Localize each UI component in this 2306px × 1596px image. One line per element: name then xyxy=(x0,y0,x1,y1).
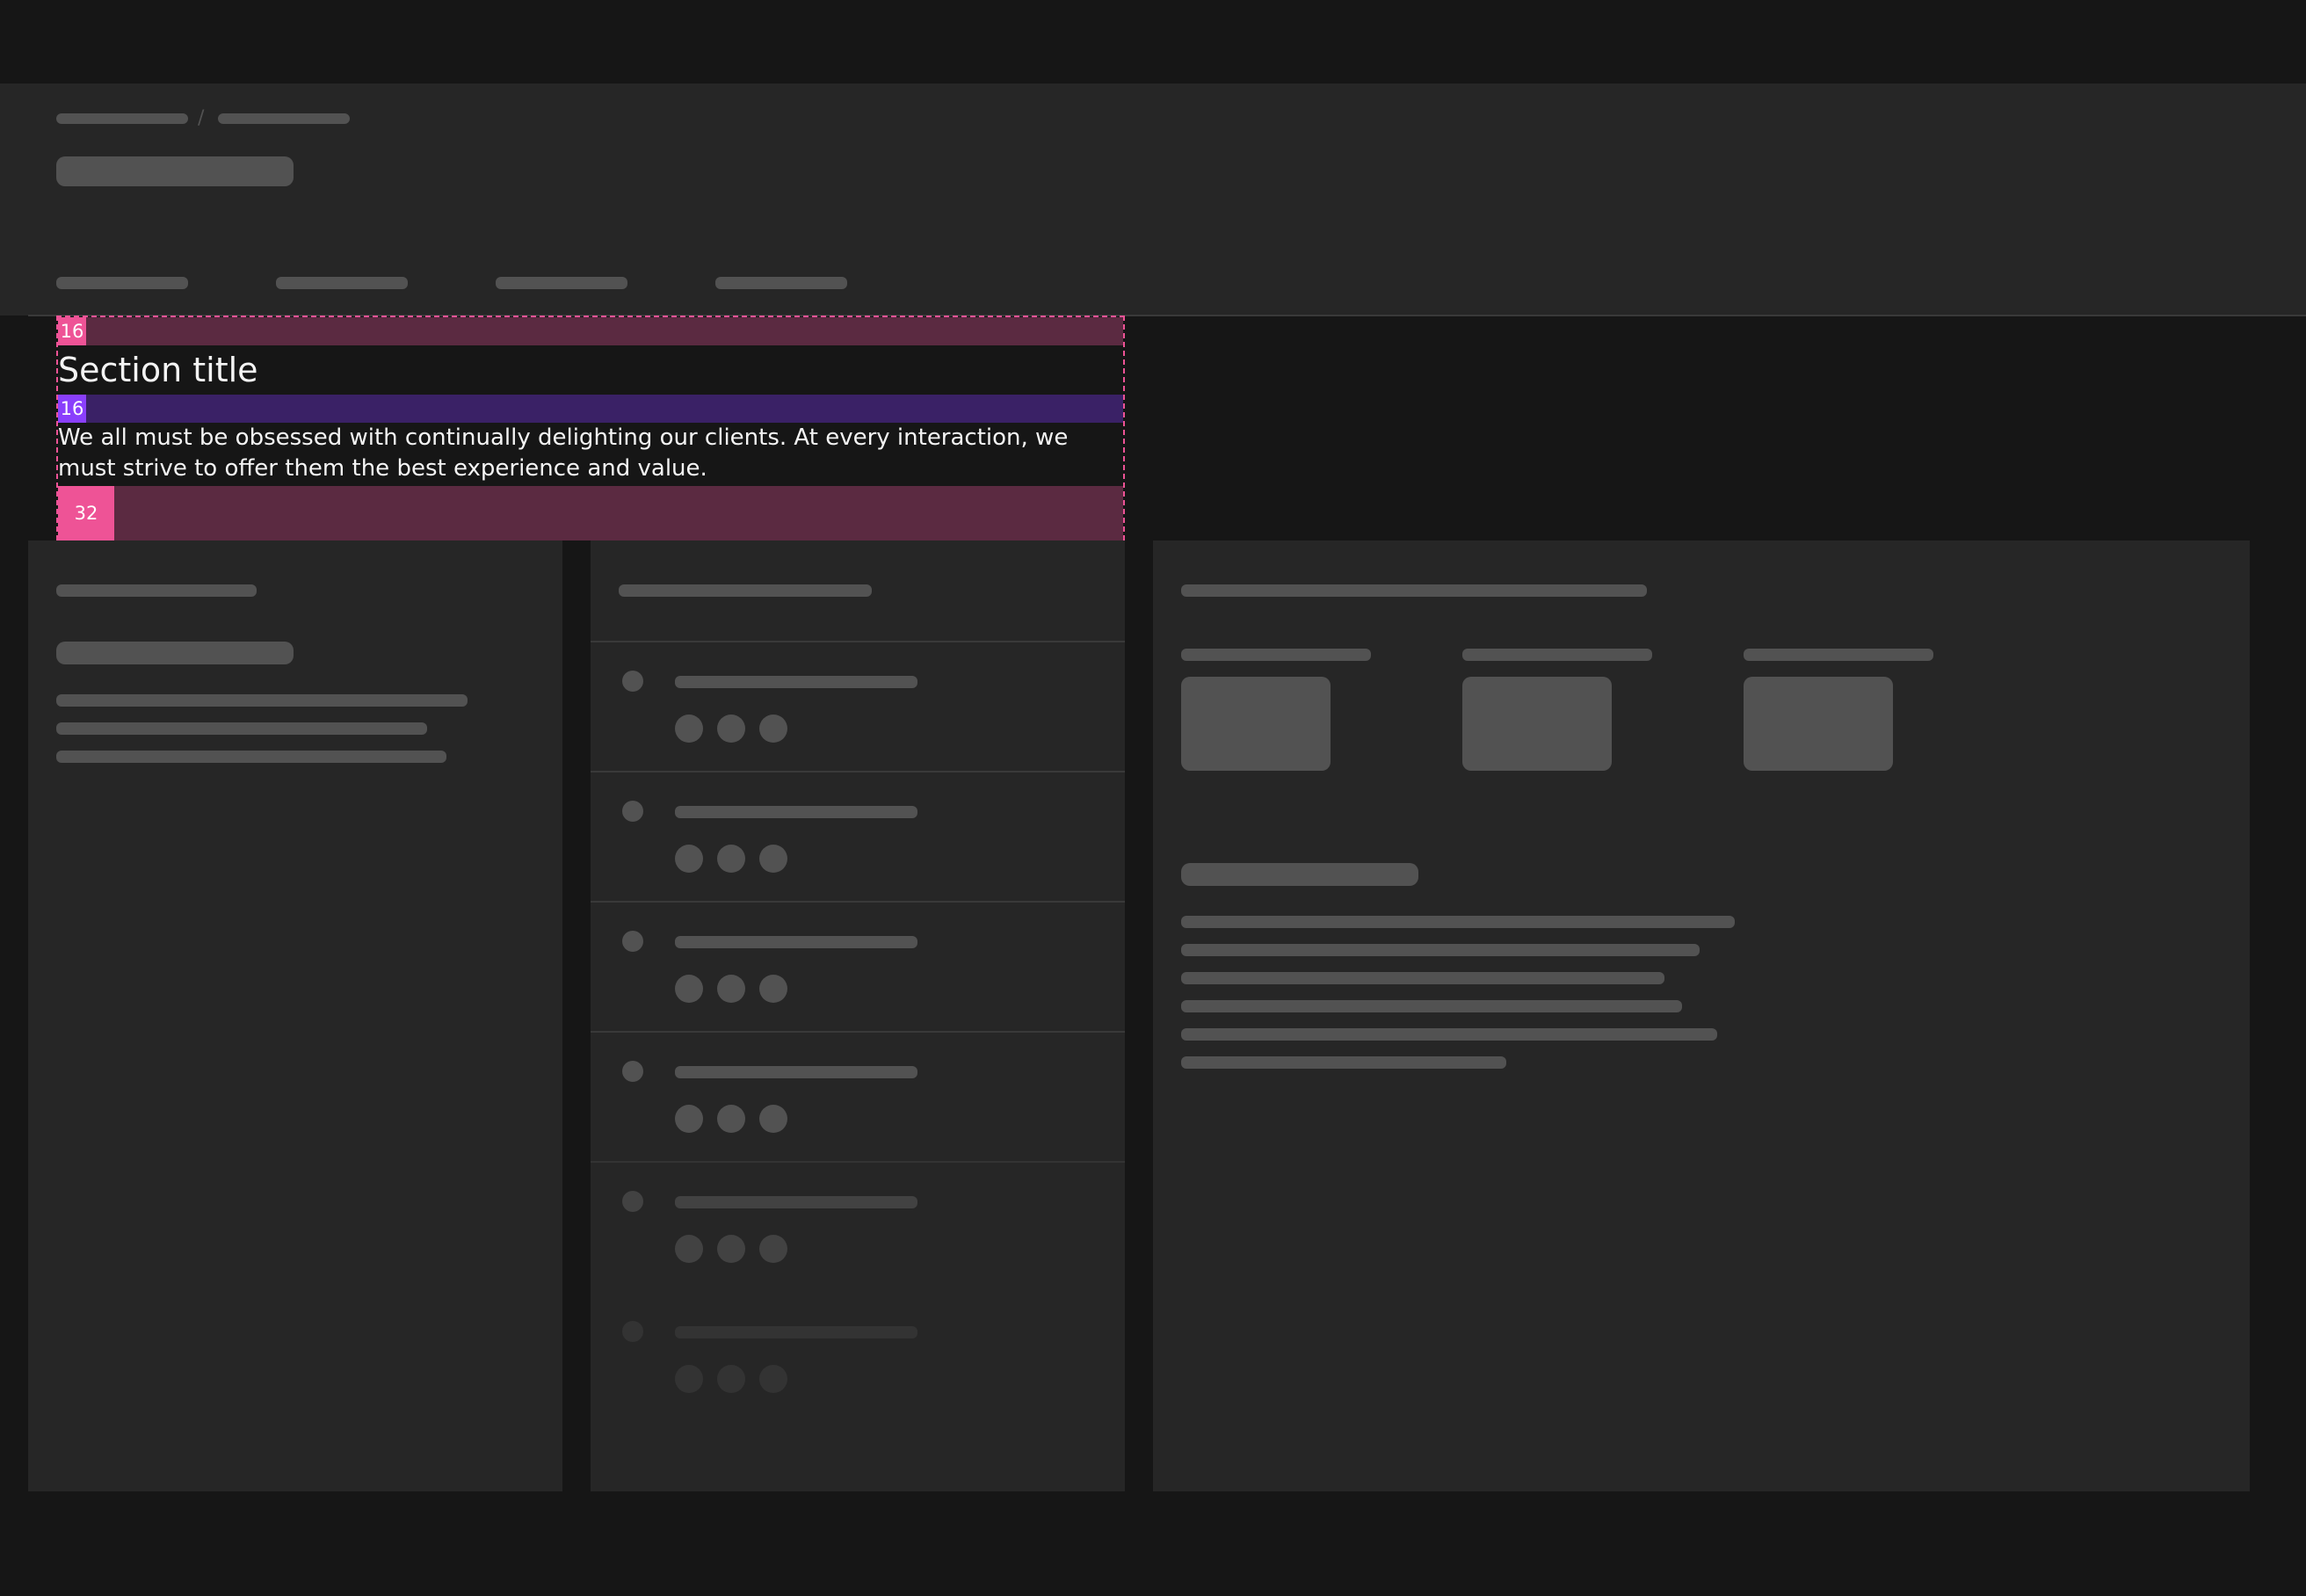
avatar xyxy=(717,1235,745,1263)
list-item-title-skeleton xyxy=(675,1326,917,1338)
list-item[interactable] xyxy=(591,1033,1125,1161)
tab-skeleton[interactable] xyxy=(715,277,847,289)
section-body: We all must be obsessed with continually… xyxy=(58,424,1069,482)
avatar xyxy=(675,715,703,743)
status-dot-icon xyxy=(622,1321,643,1342)
list-item-title-skeleton xyxy=(675,1066,917,1078)
list-item[interactable] xyxy=(591,903,1125,1031)
avatar xyxy=(675,845,703,873)
spacing-value-bottom: 32 xyxy=(58,486,114,540)
metric-tile-skeleton[interactable] xyxy=(1744,677,1893,771)
text-line-skeleton xyxy=(1181,1028,1717,1041)
list-item-title-skeleton xyxy=(675,936,917,948)
status-dot-icon xyxy=(622,671,643,692)
list-item-title-skeleton xyxy=(675,1196,917,1208)
list-item-title-skeleton xyxy=(675,676,917,688)
avatar xyxy=(675,1105,703,1133)
breadcrumb-item-skeleton[interactable] xyxy=(218,113,350,124)
tab-skeleton[interactable] xyxy=(56,277,188,289)
metric-label-skeleton xyxy=(1462,649,1652,661)
top-bar xyxy=(0,0,2306,83)
spacing-value-middle: 16 xyxy=(58,395,86,423)
metric-label-skeleton xyxy=(1181,649,1371,661)
spacing-band-middle: 16 xyxy=(58,395,1123,423)
text-line-skeleton xyxy=(56,722,427,735)
text-line-skeleton xyxy=(1181,1000,1682,1012)
spacing-band-bottom: 32 xyxy=(58,486,1123,540)
status-dot-icon xyxy=(622,1191,643,1212)
panel-heading-skeleton xyxy=(619,584,872,597)
avatar xyxy=(717,1105,745,1133)
avatar xyxy=(717,975,745,1003)
text-line-skeleton xyxy=(56,694,468,707)
page-title-skeleton xyxy=(56,156,294,186)
spacing-band-top: 16 xyxy=(58,317,1123,345)
spacing-spec: 16 Section title 16 We all must be obses… xyxy=(56,316,1125,540)
avatar xyxy=(675,1235,703,1263)
breadcrumb-item-skeleton[interactable] xyxy=(56,113,188,124)
list-panel xyxy=(591,540,1125,1491)
text-line-skeleton xyxy=(56,751,446,763)
avatar xyxy=(759,1105,787,1133)
metric-label-skeleton xyxy=(1744,649,1933,661)
avatar xyxy=(717,715,745,743)
list-item[interactable] xyxy=(591,642,1125,771)
avatar xyxy=(675,1365,703,1393)
subsection-title-skeleton xyxy=(1181,863,1418,886)
status-dot-icon xyxy=(622,1061,643,1082)
avatar xyxy=(759,1235,787,1263)
text-line-skeleton xyxy=(1181,944,1700,956)
list-item[interactable] xyxy=(591,1163,1125,1291)
status-dot-icon xyxy=(622,801,643,822)
panel-value-skeleton xyxy=(56,642,294,664)
summary-panel xyxy=(28,540,562,1491)
status-dot-icon xyxy=(622,931,643,952)
list-item[interactable] xyxy=(591,773,1125,901)
avatar xyxy=(717,845,745,873)
tab-skeleton[interactable] xyxy=(276,277,408,289)
avatar xyxy=(675,975,703,1003)
detail-panel xyxy=(1153,540,2250,1491)
list-item-title-skeleton xyxy=(675,806,917,818)
avatar xyxy=(759,845,787,873)
avatar xyxy=(717,1365,745,1393)
avatar xyxy=(759,975,787,1003)
breadcrumb-separator: / xyxy=(198,107,205,129)
avatar xyxy=(759,1365,787,1393)
text-line-skeleton xyxy=(1181,972,1664,984)
avatar xyxy=(759,715,787,743)
metric-tile-skeleton[interactable] xyxy=(1462,677,1612,771)
text-line-skeleton xyxy=(1181,916,1735,928)
tab-skeleton[interactable] xyxy=(496,277,627,289)
spacing-value-top: 16 xyxy=(58,317,86,345)
panel-heading-skeleton xyxy=(1181,584,1647,597)
text-line-skeleton xyxy=(1181,1056,1506,1069)
list-item[interactable] xyxy=(591,1293,1125,1421)
panel-heading-skeleton xyxy=(56,584,257,597)
section-title: Section title xyxy=(58,351,258,389)
metric-tile-skeleton[interactable] xyxy=(1181,677,1331,771)
